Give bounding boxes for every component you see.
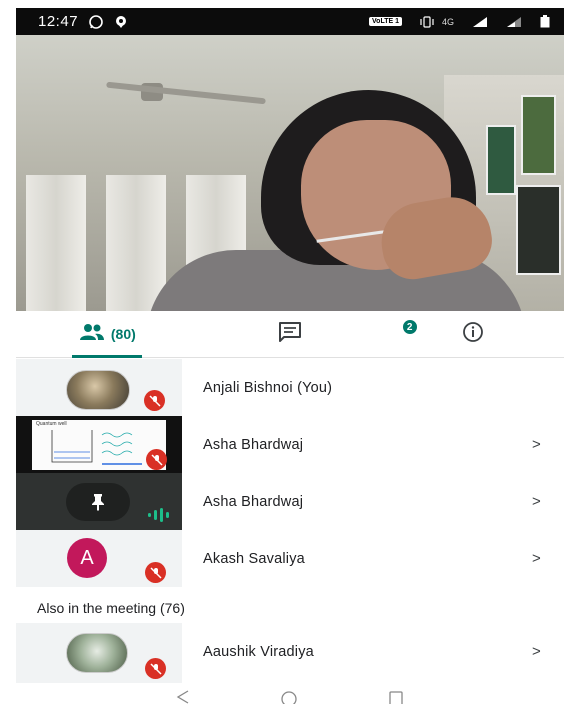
avatar [66,370,130,410]
volte-badge: VoLTE 1 [369,17,402,26]
people-count: (80) [110,326,136,342]
participant-row[interactable]: Asha Bhardwaj > [16,473,564,530]
battery-icon [540,15,550,28]
tab-people[interactable]: (80) [16,311,199,358]
location-icon [114,15,128,29]
status-time: 12:47 [38,13,79,30]
participant-row[interactable]: Anjali Bishnoi (You) [16,359,564,416]
home-icon[interactable] [280,689,298,704]
participant-tile-pinned [16,473,182,530]
network-type: 4G [441,16,454,27]
avatar [66,633,128,673]
participant-name: Asha Bhardwaj [203,436,304,453]
info-icon [462,321,484,348]
participant-name: Akash Savaliya [203,550,305,567]
mic-off-icon [146,449,167,470]
participant-row[interactable]: Quantum well Asha Bhardwaj > [16,416,564,473]
avatar: A [67,538,107,578]
also-in-meeting-header: Also in the meeting (76) [37,600,185,616]
recents-icon[interactable] [388,689,404,704]
signal-icon [472,16,488,28]
participant-name: Asha Bhardwaj [203,493,304,510]
people-icon [79,323,105,346]
back-icon[interactable] [176,689,190,704]
signal-icon-2 [506,16,522,28]
participant-tile: A [16,530,182,587]
mic-off-icon [145,658,166,679]
chevron-right-icon[interactable]: > [532,493,541,510]
system-nav-bar [16,689,564,704]
meeting-tabs: (80) 2 [16,311,564,358]
mic-off-icon [144,390,165,411]
tab-info[interactable] [381,311,564,357]
participant-row[interactable]: Aaushik Viradiya > [16,623,564,683]
tab-chat[interactable]: 2 [199,311,418,357]
participant-tile [16,359,182,416]
mic-off-icon [145,562,166,583]
participant-tile-screenshare: Quantum well [16,416,182,473]
chevron-right-icon[interactable]: > [532,643,541,660]
chevron-right-icon[interactable]: > [532,550,541,567]
speaking-indicator-icon [147,508,169,527]
whatsapp-icon [88,14,104,30]
status-bar: 12:47 VoLTE 1 4G [16,8,564,35]
pin-icon [66,483,130,521]
vibrate-icon [420,15,434,28]
chevron-right-icon[interactable]: > [532,436,541,453]
participant-name: Aaushik Viradiya [203,643,314,660]
participant-name: Anjali Bishnoi (You) [203,379,333,396]
participant-tile [16,623,182,683]
main-video-feed[interactable] [16,35,564,311]
meet-app-screen: 12:47 VoLTE 1 4G (80) 2 Anjali Bishnoi (… [16,8,564,704]
chat-icon [278,321,302,348]
participant-row[interactable]: A Akash Savaliya > [16,530,564,587]
